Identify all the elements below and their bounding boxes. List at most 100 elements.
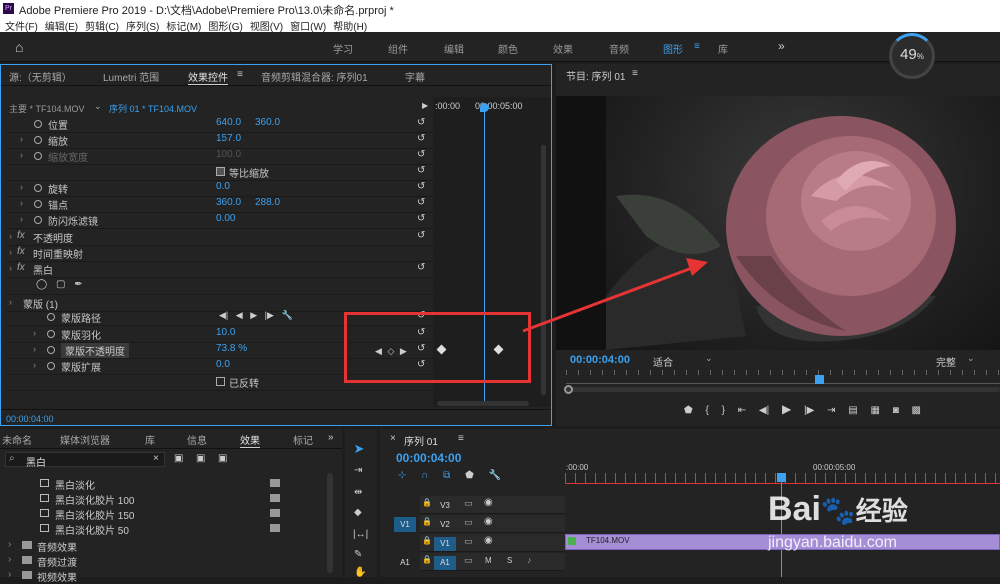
slip-icon[interactable]: |↔| [353, 529, 368, 540]
selection-tool-icon[interactable]: ➤ [350, 441, 368, 459]
expand-arrow-icon[interactable]: › [9, 297, 12, 307]
tab-titles[interactable]: 字幕 [405, 69, 425, 84]
more-workspaces-icon[interactable]: » [778, 39, 785, 53]
tab-effect-controls[interactable]: 效果控件 [188, 69, 228, 85]
effect-folder[interactable]: 音频过渡 [37, 554, 77, 569]
fx-icon[interactable]: fx [17, 246, 25, 257]
reset-icon[interactable]: ↺ [417, 133, 425, 144]
go-to-in-icon[interactable]: ⇤ [738, 405, 746, 416]
track-forward-icon[interactable]: |▶ [265, 310, 274, 320]
track-back-step-icon[interactable]: ◀ [236, 310, 243, 320]
settings-icon[interactable]: ▩ [912, 405, 921, 416]
effects-tab[interactable]: 信息 [187, 432, 207, 447]
step-forward-icon[interactable]: |▶ [804, 405, 814, 416]
effect-item[interactable]: 黑白淡化 [55, 477, 95, 492]
reset-icon[interactable]: ↺ [417, 165, 425, 176]
stopwatch-icon[interactable] [34, 120, 42, 128]
sync-lock-icon[interactable]: ▭ [464, 498, 473, 509]
wrench-icon[interactable]: 🔧 [281, 310, 292, 320]
go-to-out-icon[interactable]: ⇥ [827, 405, 835, 416]
eye-icon[interactable]: ◉ [484, 535, 493, 546]
nest-icon[interactable]: ⊹ [398, 470, 406, 481]
panel-menu-icon[interactable]: ≡ [632, 68, 638, 79]
stopwatch-icon[interactable] [47, 313, 55, 321]
track-select-icon[interactable]: ⇥ [354, 465, 362, 476]
reset-icon[interactable]: ↺ [417, 181, 425, 192]
track-label[interactable]: V3 [434, 499, 456, 513]
eye-icon[interactable]: ◉ [484, 497, 493, 508]
chevron-down-icon[interactable]: ⌄ [94, 101, 102, 112]
property-value-2[interactable]: 360.0 [255, 117, 280, 133]
zoom-bar[interactable] [566, 387, 1000, 392]
folder-arrow-icon[interactable]: › [8, 539, 11, 550]
ec-timecode[interactable]: 00:00:04:00 [6, 414, 54, 424]
reset-icon[interactable]: ↺ [417, 197, 425, 208]
property-value[interactable]: 360.0 [216, 197, 241, 213]
wrench-icon[interactable]: 🔧 [489, 470, 501, 481]
extract-icon[interactable]: ▦ [870, 405, 879, 416]
expand-arrow-icon[interactable]: › [20, 134, 23, 144]
effect-item[interactable]: 黑白淡化胶片 100 [55, 492, 134, 507]
effect-item[interactable]: 黑白淡化胶片 150 [55, 507, 134, 522]
property-value[interactable]: 73.8 % [216, 343, 247, 359]
source-patch[interactable]: A1 [394, 555, 416, 570]
track-label[interactable]: V2 [434, 518, 456, 532]
solo-button[interactable]: S [507, 556, 512, 565]
sequence-clip-label[interactable]: 序列 01 * TF104.MOV [109, 102, 197, 115]
panel-menu-icon[interactable]: ≡ [458, 433, 464, 444]
timeline-title[interactable]: 序列 01 [404, 433, 438, 448]
lock-icon[interactable]: 🔒 [422, 536, 432, 545]
effects-tab[interactable]: 库 [145, 432, 155, 447]
video-frame[interactable] [606, 96, 1000, 350]
yuv-icon[interactable]: ▣ [218, 453, 227, 464]
workspace-tab[interactable]: 编辑 [444, 41, 464, 56]
track-back-icon[interactable]: ◀| [219, 310, 228, 320]
expand-arrow-icon[interactable]: › [20, 150, 23, 160]
pen-mask-icon[interactable]: ✒ [74, 279, 82, 290]
property-value[interactable]: 0.0 [216, 359, 230, 375]
mute-button[interactable]: M [485, 556, 492, 565]
ec-scrollbar[interactable] [541, 145, 546, 395]
stopwatch-icon[interactable] [34, 200, 42, 208]
home-icon[interactable]: ⌂ [15, 39, 23, 55]
close-icon[interactable]: × [390, 433, 396, 444]
property-value[interactable]: 640.0 [216, 117, 241, 133]
fit-dropdown[interactable]: 适合 [653, 354, 673, 369]
play-icon[interactable]: ▶ [782, 402, 791, 416]
fx-icon[interactable]: fx [17, 230, 25, 241]
timeline-timecode[interactable]: 00:00:04:00 [396, 451, 461, 465]
ec-playhead-handle[interactable] [480, 103, 489, 112]
workspace-tab[interactable]: 图形 [663, 41, 683, 56]
workspace-menu-icon[interactable]: ≡ [694, 41, 700, 52]
reset-icon[interactable]: ↺ [417, 117, 425, 128]
eye-icon[interactable]: ◉ [484, 516, 493, 527]
workspace-tab[interactable]: 学习 [333, 41, 353, 56]
tab-menu-icon[interactable]: ≡ [237, 69, 243, 80]
stopwatch-icon[interactable] [47, 330, 55, 338]
pen-icon[interactable]: ✎ [354, 549, 362, 560]
accelerated-icon[interactable]: ▣ [174, 453, 183, 464]
workspace-tab[interactable]: 库 [718, 41, 728, 56]
expand-arrow-icon[interactable]: › [20, 198, 23, 208]
property-value[interactable]: 0.00 [216, 213, 235, 229]
effect-item[interactable]: 黑白淡化胶片 50 [55, 522, 129, 537]
expand-arrow-icon[interactable]: › [9, 263, 12, 273]
32bit-icon[interactable]: ▣ [196, 453, 205, 464]
property-value-2[interactable]: 288.0 [255, 197, 280, 213]
sync-lock-icon[interactable]: ▭ [464, 555, 473, 566]
stopwatch-icon[interactable] [34, 152, 42, 160]
more-tabs-icon[interactable]: » [328, 432, 334, 443]
work-area-bar[interactable] [565, 483, 1000, 484]
chevron-down-icon[interactable]: ⌄ [705, 353, 713, 364]
workspace-tab[interactable]: 效果 [553, 41, 573, 56]
master-clip-label[interactable]: 主要 * TF104.MOV [9, 102, 85, 115]
expand-arrow-icon[interactable]: › [33, 360, 36, 370]
expand-arrow-icon[interactable]: › [20, 214, 23, 224]
rect-mask-icon[interactable]: ▢ [56, 279, 65, 290]
expand-arrow-icon[interactable]: › [20, 182, 23, 192]
razor-icon[interactable]: ◆ [354, 507, 362, 518]
ellipse-mask-icon[interactable]: ◯ [36, 279, 47, 290]
program-title[interactable]: 节目: 序列 01 [566, 68, 625, 83]
lock-icon[interactable]: 🔒 [422, 498, 432, 507]
reset-icon[interactable]: ↺ [417, 262, 425, 273]
